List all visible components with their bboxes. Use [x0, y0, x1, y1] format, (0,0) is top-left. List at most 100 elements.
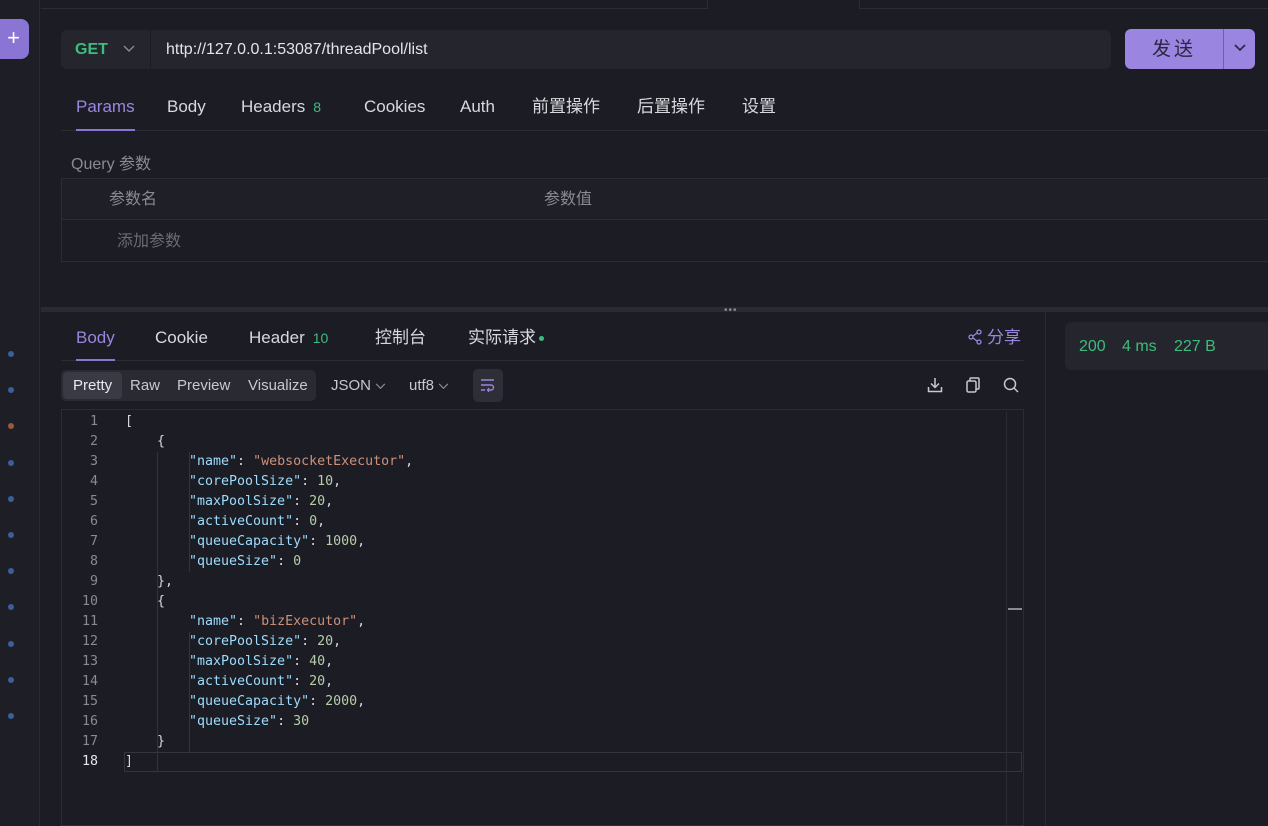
view-pretty-button[interactable]: Pretty — [63, 372, 123, 399]
tab-cookies[interactable]: Cookies — [364, 88, 425, 130]
tab-label: 实际请求 — [468, 328, 536, 347]
code-token: [ — [125, 414, 134, 429]
url-input[interactable]: http://127.0.0.1:53087/threadPool/list — [166, 30, 428, 69]
add-button[interactable]: + — [0, 19, 29, 59]
tab-label: Cookies — [364, 97, 426, 116]
copy-button[interactable] — [964, 376, 984, 396]
send-button[interactable]: 发送 — [1125, 29, 1223, 69]
rail-item[interactable] — [8, 713, 14, 719]
tab-auth[interactable]: Auth — [460, 88, 495, 130]
rail-item[interactable] — [8, 387, 14, 393]
view-visualize-button[interactable]: Visualize — [248, 372, 308, 399]
encoding-select[interactable]: utf8 — [409, 370, 449, 401]
rail-item[interactable] — [8, 568, 14, 574]
code-text: { — [157, 432, 165, 452]
view-raw-button[interactable]: Raw — [130, 372, 160, 399]
rail-item[interactable] — [8, 496, 14, 502]
rail-item[interactable] — [8, 677, 14, 683]
top-strip-segment — [859, 0, 1268, 9]
code-text: }, — [157, 572, 173, 592]
code-text: "queueSize": 30 — [189, 712, 309, 732]
line-number: 9 — [89, 574, 98, 589]
response-code-editor[interactable]: 1 [2 {3 "name": "websocketExecutor", 4 "coreP… — [61, 409, 1024, 826]
code-token: , — [325, 674, 334, 689]
chevron-down-icon[interactable] — [1224, 29, 1255, 69]
chevron-down-icon[interactable] — [123, 30, 135, 69]
tab-response-body[interactable]: Body — [76, 318, 115, 361]
code-token: : — [293, 494, 310, 509]
panel-resize-handle[interactable] — [41, 307, 1268, 312]
code-token: : — [277, 554, 294, 569]
tab-settings[interactable]: 设置 — [742, 88, 776, 130]
tab-label: 控制台 — [375, 328, 426, 347]
code-token: : — [309, 534, 326, 549]
download-button[interactable] — [926, 376, 946, 396]
tab-response-cookie[interactable]: Cookie — [155, 318, 208, 360]
tab-label: Body — [167, 97, 206, 116]
line-number: 4 — [89, 474, 98, 489]
line-number: 18 — [81, 754, 98, 769]
tab-console[interactable]: 控制台 — [375, 318, 426, 360]
code-text: "queueCapacity": 2000, — [189, 692, 365, 712]
search-button[interactable] — [1002, 376, 1022, 396]
code-token: "queueCapacity" — [189, 534, 310, 549]
code-token: , — [333, 634, 342, 649]
rail-item[interactable] — [8, 641, 14, 647]
line-number: 6 — [89, 514, 98, 529]
line-number: 7 — [89, 534, 98, 549]
tab-headers[interactable]: Headers 8 — [241, 88, 321, 130]
method-select[interactable]: GET — [75, 30, 108, 69]
copy-icon — [966, 377, 980, 393]
scrollbar-track[interactable] — [1006, 412, 1007, 825]
view-preview-button[interactable]: Preview — [177, 372, 230, 399]
share-button[interactable]: 分享 — [967, 325, 1021, 351]
code-token: : — [301, 634, 318, 649]
tab-post-request[interactable]: 后置操作 — [637, 88, 705, 130]
code-text: "corePoolSize": 20, — [189, 632, 341, 652]
tab-label: Header — [249, 328, 305, 347]
code-token: { — [157, 434, 166, 449]
format-select[interactable]: JSON — [331, 370, 386, 401]
drag-handle-icon[interactable]: ••• — [724, 305, 738, 316]
code-token: 20 — [309, 674, 326, 689]
rail-item[interactable] — [8, 423, 14, 429]
status-dot — [539, 336, 544, 342]
code-token: 20 — [317, 634, 334, 649]
code-token: "queueCapacity" — [189, 694, 310, 709]
wrap-lines-button[interactable] — [473, 369, 503, 402]
tab-response-header[interactable]: Header 10 — [249, 318, 328, 360]
code-token: 0 — [293, 554, 302, 569]
code-token: , — [325, 494, 334, 509]
tab-label: 前置操作 — [532, 97, 600, 116]
tab-pre-request[interactable]: 前置操作 — [532, 88, 600, 130]
rail-item[interactable] — [8, 604, 14, 610]
code-token: : — [293, 654, 310, 669]
tab-params[interactable]: Params — [76, 88, 135, 131]
chevron-down-icon — [438, 379, 449, 393]
line-number: 12 — [81, 634, 98, 649]
code-token: } — [157, 734, 166, 749]
rail-item[interactable] — [8, 532, 14, 538]
rail-item[interactable] — [8, 351, 14, 357]
code-token: "corePoolSize" — [189, 634, 302, 649]
line-number: 16 — [81, 714, 98, 729]
tab-body[interactable]: Body — [167, 88, 206, 130]
rail-item[interactable] — [8, 460, 14, 466]
encoding-value: utf8 — [409, 377, 435, 394]
code-token: "name" — [189, 614, 238, 629]
tab-label: Body — [76, 328, 115, 347]
request-tabs: Params Body Headers 8 Cookies Auth 前置操作 后… — [61, 88, 1268, 131]
code-token: "corePoolSize" — [189, 474, 302, 489]
code-token: 1000 — [325, 534, 358, 549]
code-token: : — [237, 614, 254, 629]
code-text: "queueCapacity": 1000, — [189, 532, 365, 552]
scrollbar-thumb[interactable] — [1008, 608, 1022, 610]
add-param-input[interactable]: 添加参数 — [117, 221, 181, 263]
line-number: 17 — [81, 734, 98, 749]
line-number: 15 — [81, 694, 98, 709]
table-header: 参数名 参数值 — [62, 179, 1268, 220]
tab-actual-request[interactable]: 实际请求 — [468, 318, 544, 360]
code-token: "activeCount" — [189, 674, 294, 689]
code-text: "name": "websocketExecutor", — [189, 452, 413, 472]
code-token: : — [277, 714, 294, 729]
